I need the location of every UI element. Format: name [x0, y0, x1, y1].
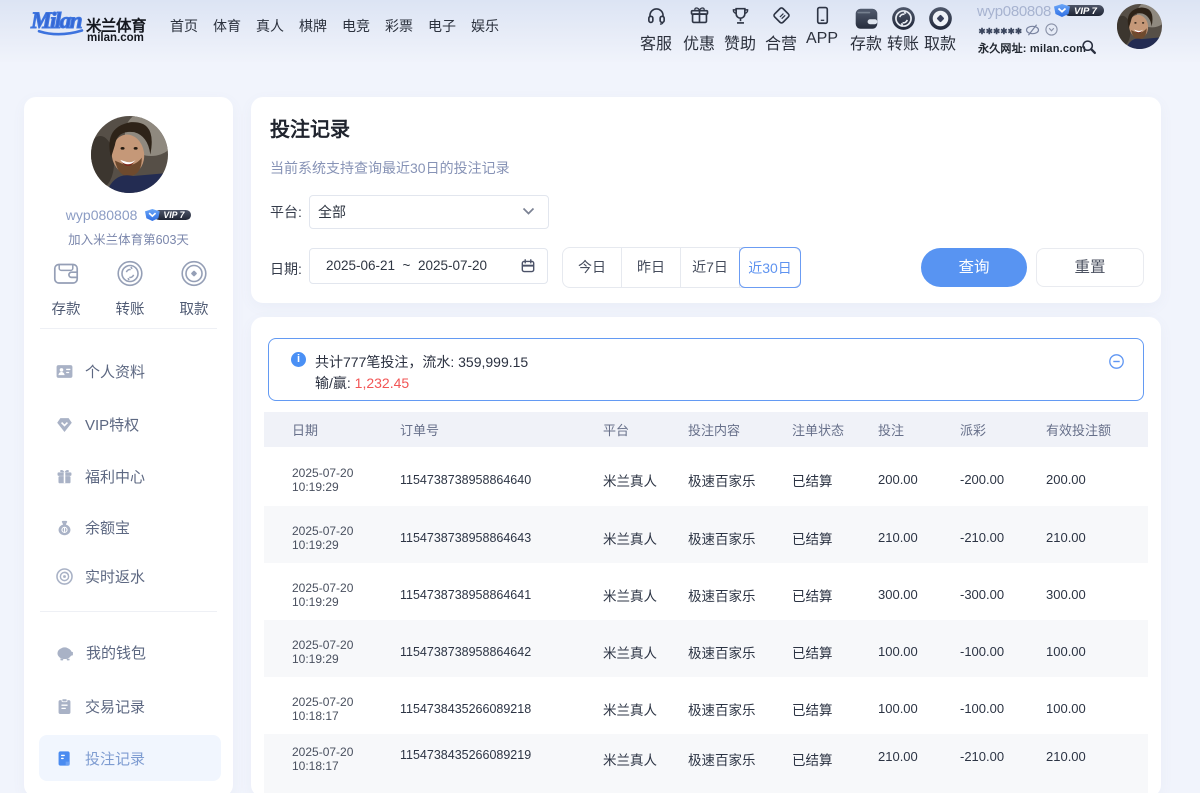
svg-text:VIP 7: VIP 7 — [164, 210, 186, 220]
svg-text:VIP 7: VIP 7 — [1074, 6, 1098, 17]
